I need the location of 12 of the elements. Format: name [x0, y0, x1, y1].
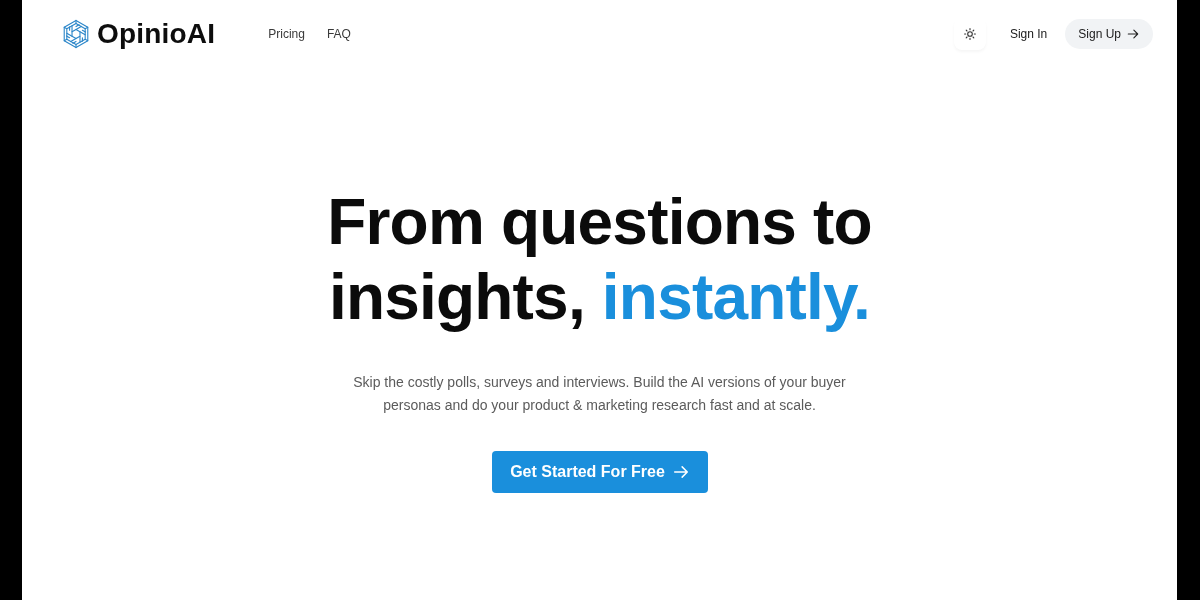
- get-started-button[interactable]: Get Started For Free: [491, 451, 708, 493]
- hero-heading: From questions to insights, instantly.: [326, 185, 873, 335]
- hexagon-logo-icon: [62, 19, 90, 49]
- hero-subtitle: Skip the costly polls, surveys and interviews. Build the AI versions of your buyer personas and do your product & marketing research fast and at scale.: [352, 373, 847, 415]
- arrow-right-icon: [1127, 28, 1139, 40]
- brand-logo[interactable]: OpinioAI: [62, 18, 216, 50]
- nav-link[interactable]: FAQ: [326, 27, 351, 41]
- sun-icon: [963, 28, 976, 40]
- arrow-right-icon: [672, 464, 689, 480]
- sign-in-link[interactable]: Sign In: [999, 19, 1058, 49]
- sign-up-button[interactable]: Sign Up: [1065, 19, 1153, 49]
- nav-link[interactable]: Pricing: [268, 27, 305, 41]
